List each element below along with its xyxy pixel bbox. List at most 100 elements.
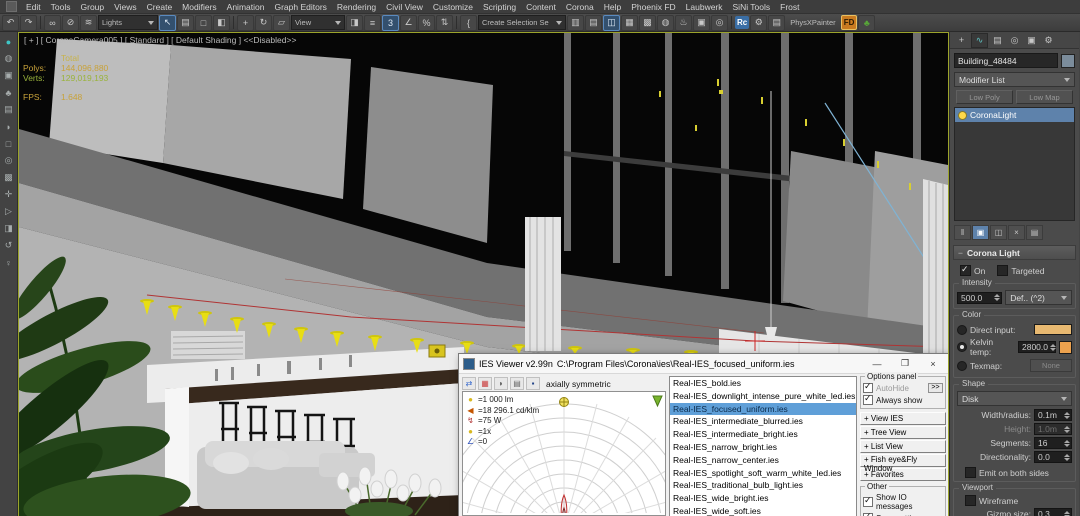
fit-view-icon[interactable]: ⇄ [462, 377, 476, 390]
direct-input-color-swatch[interactable] [1034, 324, 1072, 335]
menu-item-frost[interactable]: Frost [775, 2, 804, 12]
modifier-stack[interactable]: CoronaLight [954, 107, 1075, 221]
list-view-button[interactable]: + List View [860, 440, 946, 453]
modify-tab-icon[interactable]: ∿ [971, 32, 988, 48]
grid-tool-icon[interactable]: ▩ [2, 171, 15, 184]
ies-file-item[interactable]: Real-IES_bold.ies [670, 377, 856, 390]
intensity-field[interactable]: 500.0 [957, 291, 1003, 304]
maxscript-icon[interactable]: { [460, 14, 477, 31]
corona-light-rollout[interactable]: − Corona Light [953, 245, 1076, 260]
maximize-button[interactable]: ❒ [893, 358, 917, 369]
menu-item-scripting[interactable]: Scripting [478, 2, 521, 12]
mirror-icon[interactable]: ◨ [346, 14, 363, 31]
phoenix-fd-icon[interactable]: FD [840, 15, 858, 30]
mirror-tool-icon[interactable]: ▥ [567, 14, 584, 31]
ies-file-item[interactable]: Real-IES_traditional_bulb_light.ies [670, 479, 856, 492]
on-checkbox[interactable] [960, 264, 971, 276]
spinner-icon[interactable] [1050, 343, 1056, 351]
ies-file-list[interactable]: Real-IES_bold.ies Real-IES_downlight_int… [669, 376, 857, 516]
menu-item-customize[interactable]: Customize [428, 2, 478, 12]
favorites-button[interactable]: + Favorites [860, 468, 946, 481]
menu-item-modifiers[interactable]: Modifiers [177, 2, 221, 12]
ies-file-item[interactable]: Real-IES_intermediate_blurred.ies [670, 415, 856, 428]
menu-item-sini-tools[interactable]: SiNi Tools [728, 2, 776, 12]
low-poly-button[interactable]: Low Poly [956, 90, 1013, 104]
hierarchy-tab-icon[interactable]: ▤ [990, 34, 1005, 47]
targeted-checkbox[interactable] [997, 265, 1009, 276]
menu-item-phoenix-fd[interactable]: Phoenix FD [626, 2, 680, 12]
menu-item-rendering[interactable]: Rendering [332, 2, 381, 12]
spinner-snap-icon[interactable]: ⇅ [436, 14, 453, 31]
scale-icon[interactable]: ▱ [273, 14, 290, 31]
ies-file-item[interactable]: Real-IES_wide_bright.ies [670, 492, 856, 505]
view-mode-icon[interactable]: ◗ [494, 377, 508, 390]
ies-dialog-titlebar[interactable]: IES Viewer v2.99n C:\Program Files\Coron… [459, 354, 948, 374]
forest-tool-icon[interactable]: ♣ [2, 86, 15, 99]
shape-type-dropdown[interactable]: Disk [957, 391, 1072, 406]
lamp-tool-icon[interactable]: ♀ [2, 256, 15, 269]
motion-tab-icon[interactable]: ◎ [1007, 34, 1022, 47]
object-color-swatch[interactable] [1061, 53, 1075, 68]
play-tool-icon[interactable]: ▷ [2, 205, 15, 218]
view-ies-button[interactable]: + View IES [860, 412, 946, 425]
ies-file-item[interactable]: Real-IES_downlight_intense_pure_white_le… [670, 390, 856, 403]
rotate-icon[interactable]: ↻ [255, 14, 272, 31]
show-end-result-icon[interactable]: ▣ [972, 225, 989, 240]
ies-file-item-selected[interactable]: Real-IES_focused_uniform.ies [670, 402, 856, 416]
always-show-checkbox[interactable] [863, 393, 873, 405]
rect-selection-region-icon[interactable]: □ [195, 14, 212, 31]
selection-filter-dropdown[interactable]: Lights [98, 15, 158, 30]
grid-toggle-icon[interactable]: ▦ [478, 377, 492, 390]
redo-icon[interactable]: ↷ [20, 14, 37, 31]
render-setup-icon[interactable]: ♨ [675, 14, 692, 31]
ies-file-item[interactable]: Real-IES_narrow_center.ies [670, 454, 856, 467]
select-link-icon[interactable]: ∞ [44, 14, 61, 31]
viewport[interactable]: [ + ] [ CoronaCamera005 ] [ Standard ] [… [18, 32, 949, 516]
photometric-diagram[interactable]: ● =1 000 lm ◀ =18 296.1 cd/klm ↯ =75 W ● =1x… [462, 391, 666, 516]
intensity-unit-dropdown[interactable]: Def.. (^2) [1005, 290, 1072, 305]
close-button[interactable]: × [921, 359, 945, 369]
autohide-checkbox[interactable] [863, 381, 873, 393]
moon-tool-icon[interactable]: ◗ [2, 120, 15, 133]
modifier-list-dropdown[interactable]: Modifier List [954, 72, 1075, 87]
spinner-icon[interactable] [1064, 510, 1070, 516]
material-editor-icon[interactable]: ◍ [657, 14, 674, 31]
kelvin-temp-radio[interactable] [957, 342, 967, 352]
render-frame-icon[interactable]: ▣ [693, 14, 710, 31]
render-production-icon[interactable]: ◎ [711, 14, 728, 31]
menu-item-civil-view[interactable]: Civil View [381, 2, 428, 12]
list-tools-icon[interactable]: ▤ [768, 14, 786, 31]
menu-item-animation[interactable]: Animation [222, 2, 270, 12]
app-logo-icon[interactable] [6, 1, 17, 12]
save-icon[interactable]: ▪ [526, 377, 540, 390]
laubwerk-plant-icon[interactable]: ♣ [858, 14, 876, 31]
undo-icon[interactable]: ↶ [2, 14, 19, 31]
fisheye-fly-window-button[interactable]: + Fish eye&Fly Window [860, 454, 946, 473]
layer-manager-icon[interactable]: ▤ [585, 14, 602, 31]
toggle-ribbon-icon[interactable]: ◫ [603, 14, 620, 31]
low-map-button[interactable]: Low Map [1016, 90, 1073, 104]
remove-modifier-icon[interactable]: × [1008, 225, 1025, 240]
box-tool-icon[interactable]: □ [2, 137, 15, 150]
menu-item-content[interactable]: Content [521, 2, 561, 12]
list-tool-icon[interactable]: ▤ [2, 103, 15, 116]
menu-item-views[interactable]: Views [109, 2, 142, 12]
pin-stack-icon[interactable]: ‖ [954, 225, 971, 240]
railclone-icon[interactable]: Rc [735, 16, 750, 29]
ies-file-item[interactable]: Real-IES_narrow_bright.ies [670, 441, 856, 454]
display-tab-icon[interactable]: ▣ [1024, 34, 1039, 47]
refresh-tool-icon[interactable]: ↺ [2, 239, 15, 252]
named-selection-set-dropdown[interactable]: Create Selection Se [478, 15, 566, 30]
texmap-radio[interactable] [957, 360, 967, 371]
menu-item-tools[interactable]: Tools [46, 2, 76, 12]
utilities-icon[interactable]: ⚙ [750, 14, 768, 31]
unlink-icon[interactable]: ⊘ [62, 14, 79, 31]
emit-both-sides-checkbox[interactable] [965, 467, 976, 478]
half-tool-icon[interactable]: ◨ [2, 222, 15, 235]
target-tool-icon[interactable]: ◎ [2, 154, 15, 167]
menu-item-corona[interactable]: Corona [561, 2, 599, 12]
menu-item-group[interactable]: Group [76, 2, 110, 12]
camera-tool-icon[interactable]: ▣ [2, 69, 15, 82]
schematic-view-icon[interactable]: ▩ [639, 14, 656, 31]
object-name-field[interactable]: Building_48484 [954, 53, 1058, 68]
